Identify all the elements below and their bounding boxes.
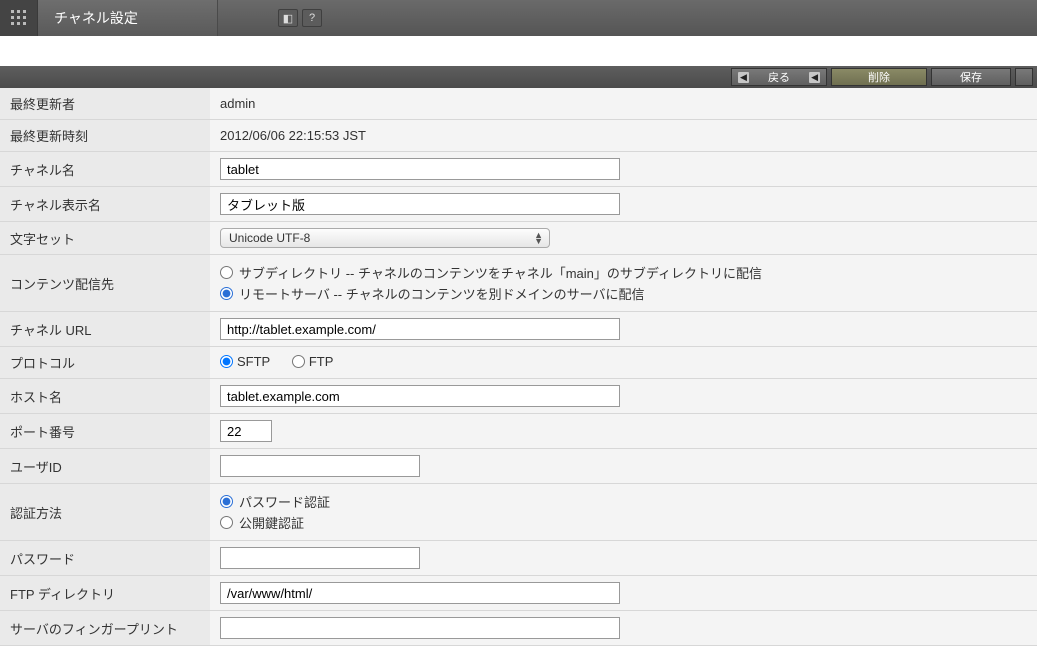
settings-form: 最終更新者 admin 最終更新時刻 2012/06/06 22:15:53 J… xyxy=(0,88,1037,646)
label-user-id: ユーザID xyxy=(0,449,210,484)
label-content-target: コンテンツ配信先 xyxy=(0,255,210,312)
label-last-modified-by: 最終更新者 xyxy=(0,88,210,120)
save-button[interactable]: 保存 xyxy=(931,68,1011,86)
value-last-modified-at: 2012/06/06 22:15:53 JST xyxy=(210,120,1037,152)
auth-publickey-radio[interactable] xyxy=(220,516,233,529)
protocol-ftp-radio[interactable] xyxy=(292,355,305,368)
back-button-label: 戻る xyxy=(755,69,803,85)
chevron-updown-icon: ▲▼ xyxy=(534,232,543,244)
label-protocol: プロトコル xyxy=(0,347,210,379)
label-fingerprint: サーバのフィンガープリント xyxy=(0,611,210,646)
chevron-left-icon: ◀ xyxy=(738,72,749,83)
content-target-subdir-radio[interactable] xyxy=(220,266,233,279)
channel-name-input[interactable] xyxy=(220,158,620,180)
label-auth-method: 認証方法 xyxy=(0,484,210,541)
spacer xyxy=(0,36,1037,66)
save-icon-button[interactable] xyxy=(1015,68,1033,86)
page-title: チャネル設定 xyxy=(38,0,218,36)
label-charset: 文字セット xyxy=(0,222,210,255)
content-target-subdir-label: サブディレクトリ -- チャネルのコンテンツをチャネル「main」のサブディレク… xyxy=(239,263,762,282)
delete-button-label: 削除 xyxy=(838,69,920,85)
ftp-dir-input[interactable] xyxy=(220,582,620,604)
delete-button[interactable]: 削除 xyxy=(831,68,927,86)
protocol-ftp-label: FTP xyxy=(309,354,334,369)
user-id-input[interactable] xyxy=(220,455,420,477)
save-button-label: 保存 xyxy=(938,69,1004,85)
channel-display-name-input[interactable] xyxy=(220,193,620,215)
history-icon[interactable]: ◧ xyxy=(278,9,298,27)
help-icon[interactable]: ? xyxy=(302,9,322,27)
back-button[interactable]: ◀ 戻る ◀ xyxy=(731,68,827,86)
label-channel-name: チャネル名 xyxy=(0,152,210,187)
label-channel-display-name: チャネル表示名 xyxy=(0,187,210,222)
label-password: パスワード xyxy=(0,541,210,576)
action-bar: ◀ 戻る ◀ 削除 保存 xyxy=(0,66,1037,88)
auth-password-radio[interactable] xyxy=(220,495,233,508)
fingerprint-input[interactable] xyxy=(220,617,620,639)
content-target-remote-label: リモートサーバ -- チャネルのコンテンツを別ドメインのサーバに配信 xyxy=(239,284,645,303)
auth-password-label: パスワード認証 xyxy=(239,492,330,511)
label-channel-url: チャネル URL xyxy=(0,312,210,347)
password-input[interactable] xyxy=(220,547,420,569)
value-last-modified-by: admin xyxy=(210,88,1037,120)
charset-select[interactable]: Unicode UTF-8 ▲▼ xyxy=(220,228,550,248)
content-target-remote-radio[interactable] xyxy=(220,287,233,300)
label-port: ポート番号 xyxy=(0,414,210,449)
label-last-modified-at: 最終更新時刻 xyxy=(0,120,210,152)
channel-url-input[interactable] xyxy=(220,318,620,340)
port-input[interactable] xyxy=(220,420,272,442)
label-host: ホスト名 xyxy=(0,379,210,414)
charset-select-value: Unicode UTF-8 xyxy=(229,231,310,245)
topbar: チャネル設定 ◧ ? xyxy=(0,0,1037,36)
chevron-left-small-icon: ◀ xyxy=(809,72,820,83)
auth-publickey-label: 公開鍵認証 xyxy=(239,513,304,532)
host-input[interactable] xyxy=(220,385,620,407)
grid-icon xyxy=(9,8,29,28)
protocol-sftp-label: SFTP xyxy=(237,354,270,369)
label-ftp-dir: FTP ディレクトリ xyxy=(0,576,210,611)
app-logo[interactable] xyxy=(0,0,38,36)
protocol-sftp-radio[interactable] xyxy=(220,355,233,368)
